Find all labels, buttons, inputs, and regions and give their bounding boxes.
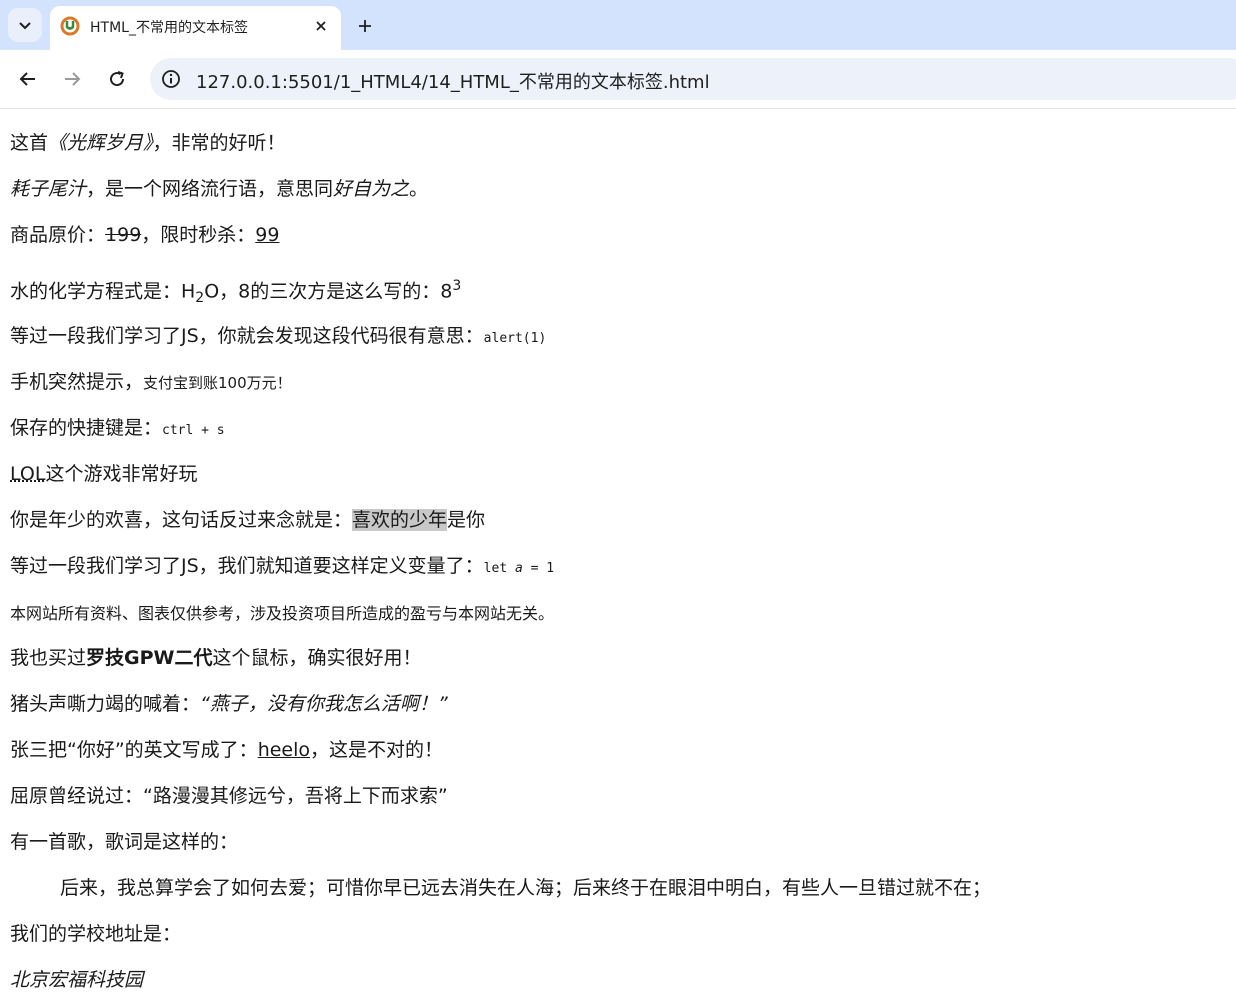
text: 手机突然提示， — [10, 371, 144, 393]
strong-text: 罗技GPW二代 — [86, 647, 213, 669]
url-text: 127.0.0.1:5501/1_HTML4/14_HTML_不常用的文本标签.… — [196, 72, 710, 93]
close-icon — [316, 21, 326, 31]
text: 这首 — [10, 132, 49, 154]
text: 等过一段我们学习了JS，你就会发现这段代码很有意思： — [10, 325, 484, 347]
line-small: 本网站所有资料、图表仅供参考，涉及投资项目所造成的盈亏与本网站无关。 — [10, 600, 554, 627]
em-text: 好自为之 — [333, 178, 410, 200]
code-text: let — [483, 561, 515, 576]
code-text: = 1 — [522, 561, 555, 576]
address-bar[interactable]: 127.0.0.1:5501/1_HTML4/14_HTML_不常用的文本标签.… — [150, 58, 1236, 100]
line-del-ins: 商品原价：199，限时秒杀：99 — [10, 222, 279, 248]
browser-toolbar: 127.0.0.1:5501/1_HTML4/14_HTML_不常用的文本标签.… — [0, 50, 1236, 109]
line-quote: 屈原曾经说过：“路漫漫其修远兮，吾将上下而求索” — [10, 783, 448, 809]
line-address-label: 我们的学校地址是： — [10, 921, 181, 947]
site-info-button[interactable] — [160, 68, 182, 90]
line-mark: 你是年少的欢喜，这句话反过来念就是：喜欢的少年是你 — [10, 507, 485, 533]
reload-button[interactable] — [104, 66, 130, 92]
text: 这个游戏非常好玩 — [45, 463, 198, 485]
text: ，这是不对的！ — [310, 739, 444, 761]
text: 商品原价： — [10, 224, 106, 246]
page-content: 这首《光辉岁月》，非常的好听！ 耗子尾汁，是一个网络流行语，意思同好自为之。 商… — [0, 109, 1236, 1006]
line-samp: 手机突然提示，支付宝到账100万元！ — [10, 369, 292, 396]
forward-button[interactable] — [59, 66, 85, 92]
text: 我也买过 — [10, 647, 87, 669]
del-text: 199 — [105, 224, 142, 246]
line-song-intro: 有一首歌，歌词是这样的： — [10, 829, 238, 855]
active-tab[interactable]: HTML_不常用的文本标签 — [50, 6, 341, 50]
var-text: a — [514, 561, 523, 576]
reload-icon — [110, 71, 125, 87]
close-tab-button[interactable] — [311, 16, 331, 36]
text: 猪头声嘶力竭的喊着： — [10, 693, 201, 715]
ins-text: 99 — [255, 224, 280, 246]
line-abbr: LOL这个游戏非常好玩 — [10, 461, 197, 487]
line-var: 等过一段我们学习了JS，我们就知道要这样定义变量了：let a = 1 — [10, 553, 554, 582]
small-text: 本网站所有资料、图表仅供参考，涉及投资项目所造成的盈亏与本网站无关。 — [10, 604, 555, 623]
u-text: heelo — [257, 739, 311, 761]
samp-text: 支付宝到账100万元！ — [143, 374, 292, 392]
text: 水的化学方程式是：H — [10, 280, 196, 303]
text: 保存的快捷键是： — [10, 417, 163, 439]
line-u: 张三把“你好”的英文写成了：heelo，这是不对的！ — [10, 737, 443, 763]
dfn-text: 耗子尾汁 — [10, 178, 87, 200]
text: 屈原曾经说过：“路漫漫其修远兮，吾将上下而求索” — [10, 785, 448, 807]
abbr-text[interactable]: LOL — [10, 463, 45, 485]
sub-text: 2 — [195, 290, 205, 307]
line-sub-sup: 水的化学方程式是：H2O，8的三次方是这么写的：83 — [10, 273, 461, 311]
server-favicon-icon — [60, 16, 80, 36]
text: ，限时秒杀： — [141, 224, 256, 246]
tab-strip: HTML_不常用的文本标签 — [0, 0, 1236, 50]
text: 你是年少的欢喜，这句话反过来念就是： — [10, 509, 353, 531]
text: ，非常的好听！ — [152, 132, 286, 154]
line-strong: 我也买过罗技GPW二代这个鼠标，确实很好用！ — [10, 645, 422, 671]
tab-title: HTML_不常用的文本标签 — [90, 20, 248, 36]
text: 这个鼠标，确实很好用！ — [212, 647, 422, 669]
new-tab-button[interactable] — [352, 13, 378, 39]
arrow-left-icon — [19, 72, 35, 86]
kbd-text: ctrl + s — [162, 423, 225, 438]
text: 等过一段我们学习了JS，我们就知道要这样定义变量了： — [10, 555, 484, 577]
arrow-right-icon — [65, 72, 81, 86]
code-text: alert(1) — [483, 331, 547, 346]
text: 是你 — [447, 509, 486, 531]
line-address: 北京宏福科技园 — [10, 967, 143, 993]
text: 。 — [409, 178, 429, 200]
address-text: 北京宏福科技园 — [10, 969, 144, 991]
blockquote-text: 后来，我总算学会了如何去爱；可惜你早已远去消失在人海；后来终于在眼泪中明白，有些… — [60, 877, 992, 899]
back-button[interactable] — [15, 66, 41, 92]
line-dfn: 耗子尾汁，是一个网络流行语，意思同好自为之。 — [10, 176, 428, 202]
tab-search-button[interactable] — [8, 8, 42, 42]
text: O，8的三次方是这么写的：8 — [204, 280, 453, 303]
plus-icon — [359, 20, 371, 32]
text: ，是一个网络流行语，意思同 — [86, 178, 334, 200]
cite-text: 《光辉岁月》 — [48, 132, 153, 154]
chevron-down-icon — [19, 22, 31, 30]
text: 我们的学校地址是： — [10, 923, 182, 945]
line-q: 猪头声嘶力竭的喊着：“燕子，没有你我怎么活啊！” — [10, 691, 448, 717]
text: 张三把“你好”的英文写成了： — [10, 739, 258, 761]
line-cite: 这首《光辉岁月》，非常的好听！ — [10, 130, 286, 156]
line-code: 等过一段我们学习了JS，你就会发现这段代码很有意思：alert(1) — [10, 323, 546, 352]
text: 有一首歌，歌词是这样的： — [10, 831, 239, 853]
info-icon — [162, 70, 180, 88]
q-text: “燕子，没有你我怎么活啊！” — [200, 693, 448, 715]
mark-text: 喜欢的少年 — [352, 509, 448, 531]
line-blockquote: 后来，我总算学会了如何去爱；可惜你早已远去消失在人海；后来终于在眼泪中明白，有些… — [60, 875, 991, 901]
sup-text: 3 — [452, 278, 462, 294]
line-kbd: 保存的快捷键是：ctrl + s — [10, 415, 225, 444]
